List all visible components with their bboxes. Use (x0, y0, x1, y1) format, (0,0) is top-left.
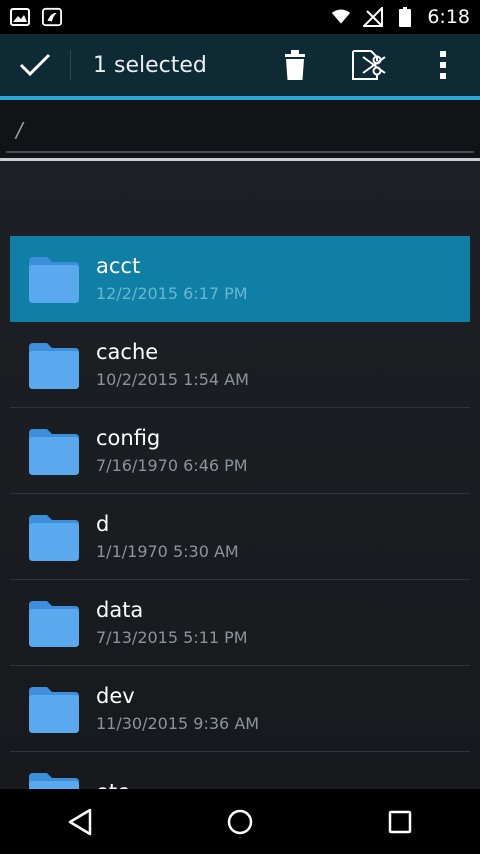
file-row-text: etc (96, 780, 129, 790)
file-name: dev (96, 684, 135, 708)
file-date: 11/30/2015 9:36 AM (96, 714, 260, 733)
action-bar: 1 selected (0, 34, 480, 96)
file-date: 10/2/2015 1:54 AM (96, 370, 249, 389)
file-name: data (96, 598, 144, 622)
file-row[interactable]: acct 12/2/2015 6:17 PM (10, 236, 470, 322)
file-name: acct (96, 254, 141, 278)
file-date: 1/1/1970 5:30 AM (96, 542, 239, 561)
file-row[interactable]: config 7/16/1970 6:46 PM (10, 408, 470, 494)
file-date: 7/16/1970 6:46 PM (96, 456, 248, 475)
file-row[interactable]: cache 10/2/2015 1:54 AM (10, 322, 470, 408)
folder-icon (27, 683, 81, 735)
folder-icon (27, 511, 81, 563)
file-row-text: dev 11/30/2015 9:36 AM (96, 684, 259, 733)
overflow-menu-icon[interactable] (406, 34, 480, 96)
path-field[interactable]: / (6, 112, 474, 153)
file-row-text: config 7/16/1970 6:46 PM (96, 426, 248, 475)
file-row[interactable]: dev 11/30/2015 9:36 AM (10, 666, 470, 752)
file-name: d (96, 512, 110, 536)
folder-icon (27, 769, 81, 789)
gallery-icon (10, 7, 30, 27)
folder-icon (27, 597, 81, 649)
file-date: 12/2/2015 6:17 PM (96, 284, 248, 303)
home-icon[interactable] (200, 789, 280, 854)
file-name: etc (96, 780, 129, 790)
folder-icon (27, 253, 81, 305)
selection-count: 1 selected (93, 52, 207, 78)
back-icon[interactable] (40, 789, 120, 854)
clock: 6:18 (427, 6, 470, 28)
navigation-bar (0, 789, 480, 854)
path-text: / (16, 118, 23, 142)
status-bar: 6:18 (0, 0, 480, 34)
file-row[interactable]: etc (10, 752, 470, 789)
no-signal-icon (363, 7, 384, 27)
cut-icon[interactable] (332, 34, 406, 96)
file-row-text: acct 12/2/2015 6:17 PM (96, 254, 248, 303)
file-row[interactable]: d 1/1/1970 5:30 AM (10, 494, 470, 580)
battery-icon (395, 7, 415, 27)
file-row[interactable]: data 7/13/2015 5:11 PM (10, 580, 470, 666)
recents-icon[interactable] (360, 789, 440, 854)
file-name: config (96, 426, 161, 450)
file-name: cache (96, 340, 159, 364)
folder-icon (27, 425, 81, 477)
file-list: acct 12/2/2015 6:17 PM cache 10/2/2015 1:54… (10, 236, 470, 789)
file-row-text: data 7/13/2015 5:11 PM (96, 598, 248, 647)
file-row-text: d 1/1/1970 5:30 AM (96, 512, 239, 561)
action-bar-divider (70, 50, 71, 80)
wifi-icon (331, 7, 351, 27)
done-check-icon[interactable] (0, 34, 70, 96)
file-date: 7/13/2015 5:11 PM (96, 628, 248, 647)
folder-icon (27, 339, 81, 391)
delete-icon[interactable] (258, 34, 332, 96)
saavn-icon (42, 7, 62, 27)
file-list-area: acct 12/2/2015 6:17 PM cache 10/2/2015 1:54… (0, 161, 480, 789)
file-row-text: cache 10/2/2015 1:54 AM (96, 340, 249, 389)
path-bar: / (0, 100, 480, 160)
